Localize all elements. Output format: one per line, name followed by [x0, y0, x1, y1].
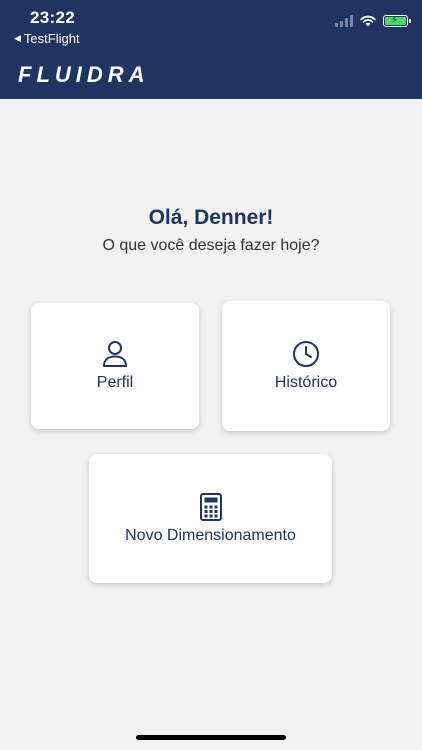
historico-label: Histórico [274, 374, 338, 391]
battery-charging-icon: ⚡ [383, 15, 411, 27]
wifi-icon [360, 15, 376, 27]
novo-dimensionamento-card[interactable]: Novo Dimensionamento [89, 454, 332, 583]
fluidra-logo: FLUIDRA [18, 62, 150, 87]
status-time: 23:22 [30, 8, 75, 27]
home-indicator[interactable] [136, 735, 286, 740]
perfil-card[interactable]: Perfil [31, 303, 199, 429]
app-header: 23:22 ◀ TestFlight ⚡ FLUIDRA [0, 0, 422, 99]
perfil-label: Perfil [96, 374, 134, 391]
cellular-signal-icon [335, 15, 353, 27]
clock-icon [293, 341, 319, 367]
status-icons: ⚡ [335, 15, 411, 27]
novo-dimensionamento-label: Novo Dimensionamento [125, 526, 296, 544]
triangle-left-icon: ◀ [14, 33, 21, 43]
historico-card[interactable]: Histórico [222, 301, 390, 431]
calculator-icon [199, 492, 222, 521]
back-to-app-link[interactable]: ◀ TestFlight [14, 31, 80, 46]
greeting-subtitle: O que você deseja fazer hoje? [102, 237, 320, 254]
greeting-title: Olá, Denner! [148, 206, 274, 229]
user-icon [103, 341, 127, 367]
back-app-label: TestFlight [23, 31, 80, 46]
